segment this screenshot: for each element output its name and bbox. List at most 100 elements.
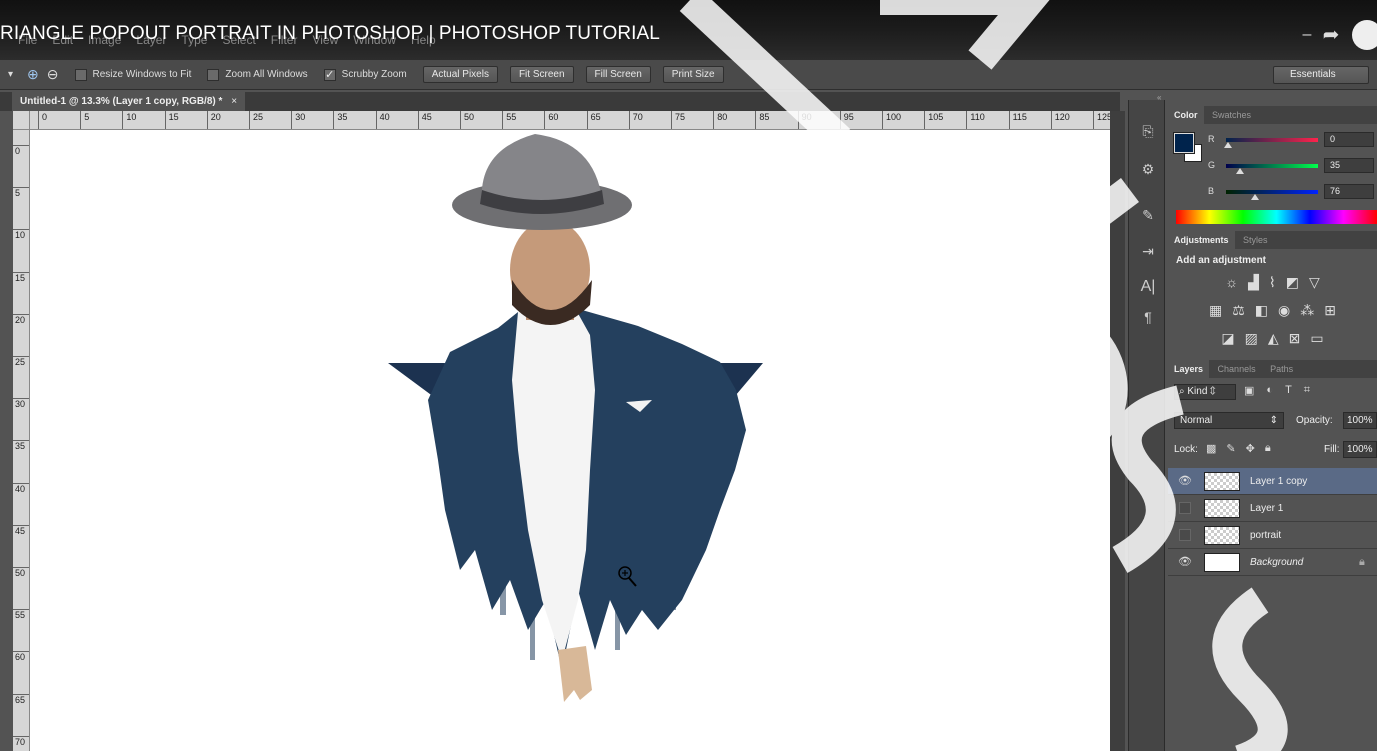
more-icon[interactable]: [1352, 20, 1377, 50]
clone-source-icon[interactable]: ⇥: [1137, 240, 1159, 262]
tab-adjustments[interactable]: Adjustments: [1168, 231, 1235, 249]
actual-pixels-button[interactable]: Actual Pixels: [422, 66, 498, 83]
layer-name[interactable]: Layer 1: [1250, 503, 1283, 514]
document-scrollbar[interactable]: [1110, 111, 1125, 751]
brightness-contrast-icon[interactable]: ☼: [1225, 274, 1238, 291]
ruler-tick: 5: [80, 111, 89, 129]
tab-channels[interactable]: Channels: [1212, 360, 1262, 378]
exposure-icon[interactable]: ◩: [1286, 274, 1299, 291]
document-tab[interactable]: Untitled-1 @ 13.3% (Layer 1 copy, RGB/8)…: [12, 92, 246, 111]
ruler-tick: 20: [13, 313, 29, 325]
ruler-tick: 50: [13, 567, 29, 578]
fit-screen-button[interactable]: Fit Screen: [509, 66, 574, 83]
opacity-input[interactable]: 100%: [1343, 412, 1377, 429]
vibrance-icon[interactable]: ▽: [1309, 274, 1320, 291]
share-icon[interactable]: ➦: [1320, 24, 1342, 46]
ruler-tick: 15: [13, 271, 29, 283]
red-track[interactable]: [1226, 138, 1318, 142]
options-bar: ▾ ⊕ ⊖ Resize Windows to Fit Zoom All Win…: [0, 60, 1377, 90]
channel-mixer-icon[interactable]: ⁂: [1300, 302, 1314, 319]
eye-icon[interactable]: 👁︎: [1178, 474, 1192, 488]
ruler-tick: 105: [924, 111, 943, 129]
selective-color-icon[interactable]: ⊠: [1289, 330, 1301, 347]
tab-color[interactable]: Color: [1168, 106, 1204, 124]
document-tabbar: Untitled-1 @ 13.3% (Layer 1 copy, RGB/8)…: [0, 92, 1120, 111]
tool-preset-chevron-icon[interactable]: ▾: [8, 69, 13, 80]
tab-paths[interactable]: Paths: [1264, 360, 1299, 378]
color-lookup-icon[interactable]: ⊞: [1324, 302, 1336, 319]
layer-row[interactable]: portrait: [1168, 522, 1377, 549]
lock-pixels-icon[interactable]: ✎: [1226, 442, 1235, 455]
close-icon[interactable]: ×: [231, 96, 237, 107]
tab-layers[interactable]: Layers: [1168, 360, 1210, 378]
visibility-toggle-off[interactable]: [1179, 529, 1191, 541]
curves-icon[interactable]: ⌇: [1269, 274, 1276, 291]
color-spectrum-ramp[interactable]: [1176, 210, 1377, 224]
blue-knob-icon[interactable]: [1251, 194, 1259, 200]
green-slider[interactable]: G 35: [1208, 158, 1377, 174]
ruler-tick: 95: [839, 111, 854, 129]
checkbox-icon: [207, 68, 220, 81]
character-icon[interactable]: A|: [1137, 276, 1159, 298]
hue-saturation-icon[interactable]: ▦: [1209, 302, 1222, 319]
fill-input[interactable]: 100%: [1343, 441, 1377, 458]
blend-mode-select[interactable]: Normal ⇕: [1174, 412, 1284, 429]
red-knob-icon[interactable]: [1224, 142, 1232, 148]
layer-name[interactable]: Background: [1250, 557, 1303, 568]
adjustment-filter-icon[interactable]: ◐: [1266, 384, 1273, 397]
properties-icon[interactable]: ⚙: [1137, 158, 1159, 180]
layer-row[interactable]: 👁︎ Layer 1 copy: [1168, 468, 1377, 495]
red-value[interactable]: 0: [1324, 132, 1374, 147]
green-value[interactable]: 35: [1324, 158, 1374, 173]
tab-swatches[interactable]: Swatches: [1206, 106, 1257, 124]
fill-screen-button[interactable]: Fill Screen: [585, 66, 651, 83]
visibility-toggle-off[interactable]: [1179, 502, 1191, 514]
checkmark-icon: ✓: [323, 68, 336, 81]
minimize-icon[interactable]: –: [1296, 24, 1318, 46]
shape-filter-icon[interactable]: ⌗: [1304, 384, 1310, 397]
ruler-origin[interactable]: [13, 111, 30, 130]
zoom-in-icon[interactable]: ⊕: [27, 66, 39, 83]
layer-row[interactable]: Layer 1: [1168, 495, 1377, 522]
panel-icon-strip: « ⎘ ⚙ ✎ ⇥ A| ¶: [1128, 93, 1165, 751]
zoom-out-icon[interactable]: ⊖: [47, 66, 59, 83]
blue-track[interactable]: [1226, 190, 1318, 194]
workspace-select[interactable]: Essentials: [1273, 66, 1369, 84]
lock-position-icon[interactable]: ✥: [1246, 442, 1255, 455]
layer-filter-select[interactable]: ⌕ Kind ⇕: [1174, 384, 1236, 400]
video-title[interactable]: RIANGLE POPOUT PORTRAIT IN PHOTOSHOP | P…: [0, 23, 660, 45]
adjustment-icons-row-2: ▦ ⚖ ◧ ◉ ⁂ ⊞: [1168, 302, 1377, 319]
layer-row[interactable]: 👁︎ Background 🔒︎: [1168, 549, 1377, 576]
foreground-color-swatch[interactable]: [1173, 132, 1195, 154]
green-knob-icon[interactable]: [1236, 168, 1244, 174]
color-balance-icon[interactable]: ⚖: [1232, 302, 1245, 319]
tab-styles[interactable]: Styles: [1237, 231, 1274, 249]
photo-filter-icon[interactable]: ◉: [1278, 302, 1290, 319]
eye-icon[interactable]: 👁︎: [1178, 555, 1192, 569]
levels-icon[interactable]: ▟: [1248, 274, 1259, 291]
layer-name[interactable]: Layer 1 copy: [1250, 476, 1307, 487]
history-icon[interactable]: ⎘: [1137, 120, 1159, 142]
invert-icon[interactable]: ◪: [1221, 330, 1234, 347]
pixel-filter-icon[interactable]: ▣: [1244, 384, 1254, 397]
print-size-button[interactable]: Print Size: [662, 66, 724, 83]
scrubby-zoom-checkbox[interactable]: ✓ Scrubby Zoom: [323, 68, 407, 81]
black-white-icon[interactable]: ◧: [1255, 302, 1268, 319]
blue-slider[interactable]: B 76: [1208, 184, 1377, 200]
blue-value[interactable]: 76: [1324, 184, 1374, 199]
type-filter-icon[interactable]: T: [1285, 384, 1292, 397]
brush-presets-icon[interactable]: ✎: [1137, 204, 1159, 226]
document-canvas[interactable]: [30, 130, 1110, 751]
resize-windows-checkbox[interactable]: Resize Windows to Fit: [74, 68, 191, 81]
gradient-map-icon[interactable]: ▭: [1310, 330, 1323, 347]
red-slider[interactable]: R 0: [1208, 132, 1377, 148]
zoom-all-windows-checkbox[interactable]: Zoom All Windows: [207, 68, 308, 81]
threshold-icon[interactable]: ◭: [1268, 330, 1279, 347]
ruler-tick: 35: [333, 111, 347, 129]
paragraph-icon[interactable]: ¶: [1137, 306, 1159, 328]
layer-name[interactable]: portrait: [1250, 530, 1281, 541]
lock-transparency-icon[interactable]: ▩: [1206, 442, 1216, 455]
collapse-arrows-icon[interactable]: «: [1157, 93, 1161, 102]
lock-all-icon[interactable]: 🔒︎: [1265, 442, 1271, 455]
posterize-icon[interactable]: ▨: [1245, 330, 1258, 347]
